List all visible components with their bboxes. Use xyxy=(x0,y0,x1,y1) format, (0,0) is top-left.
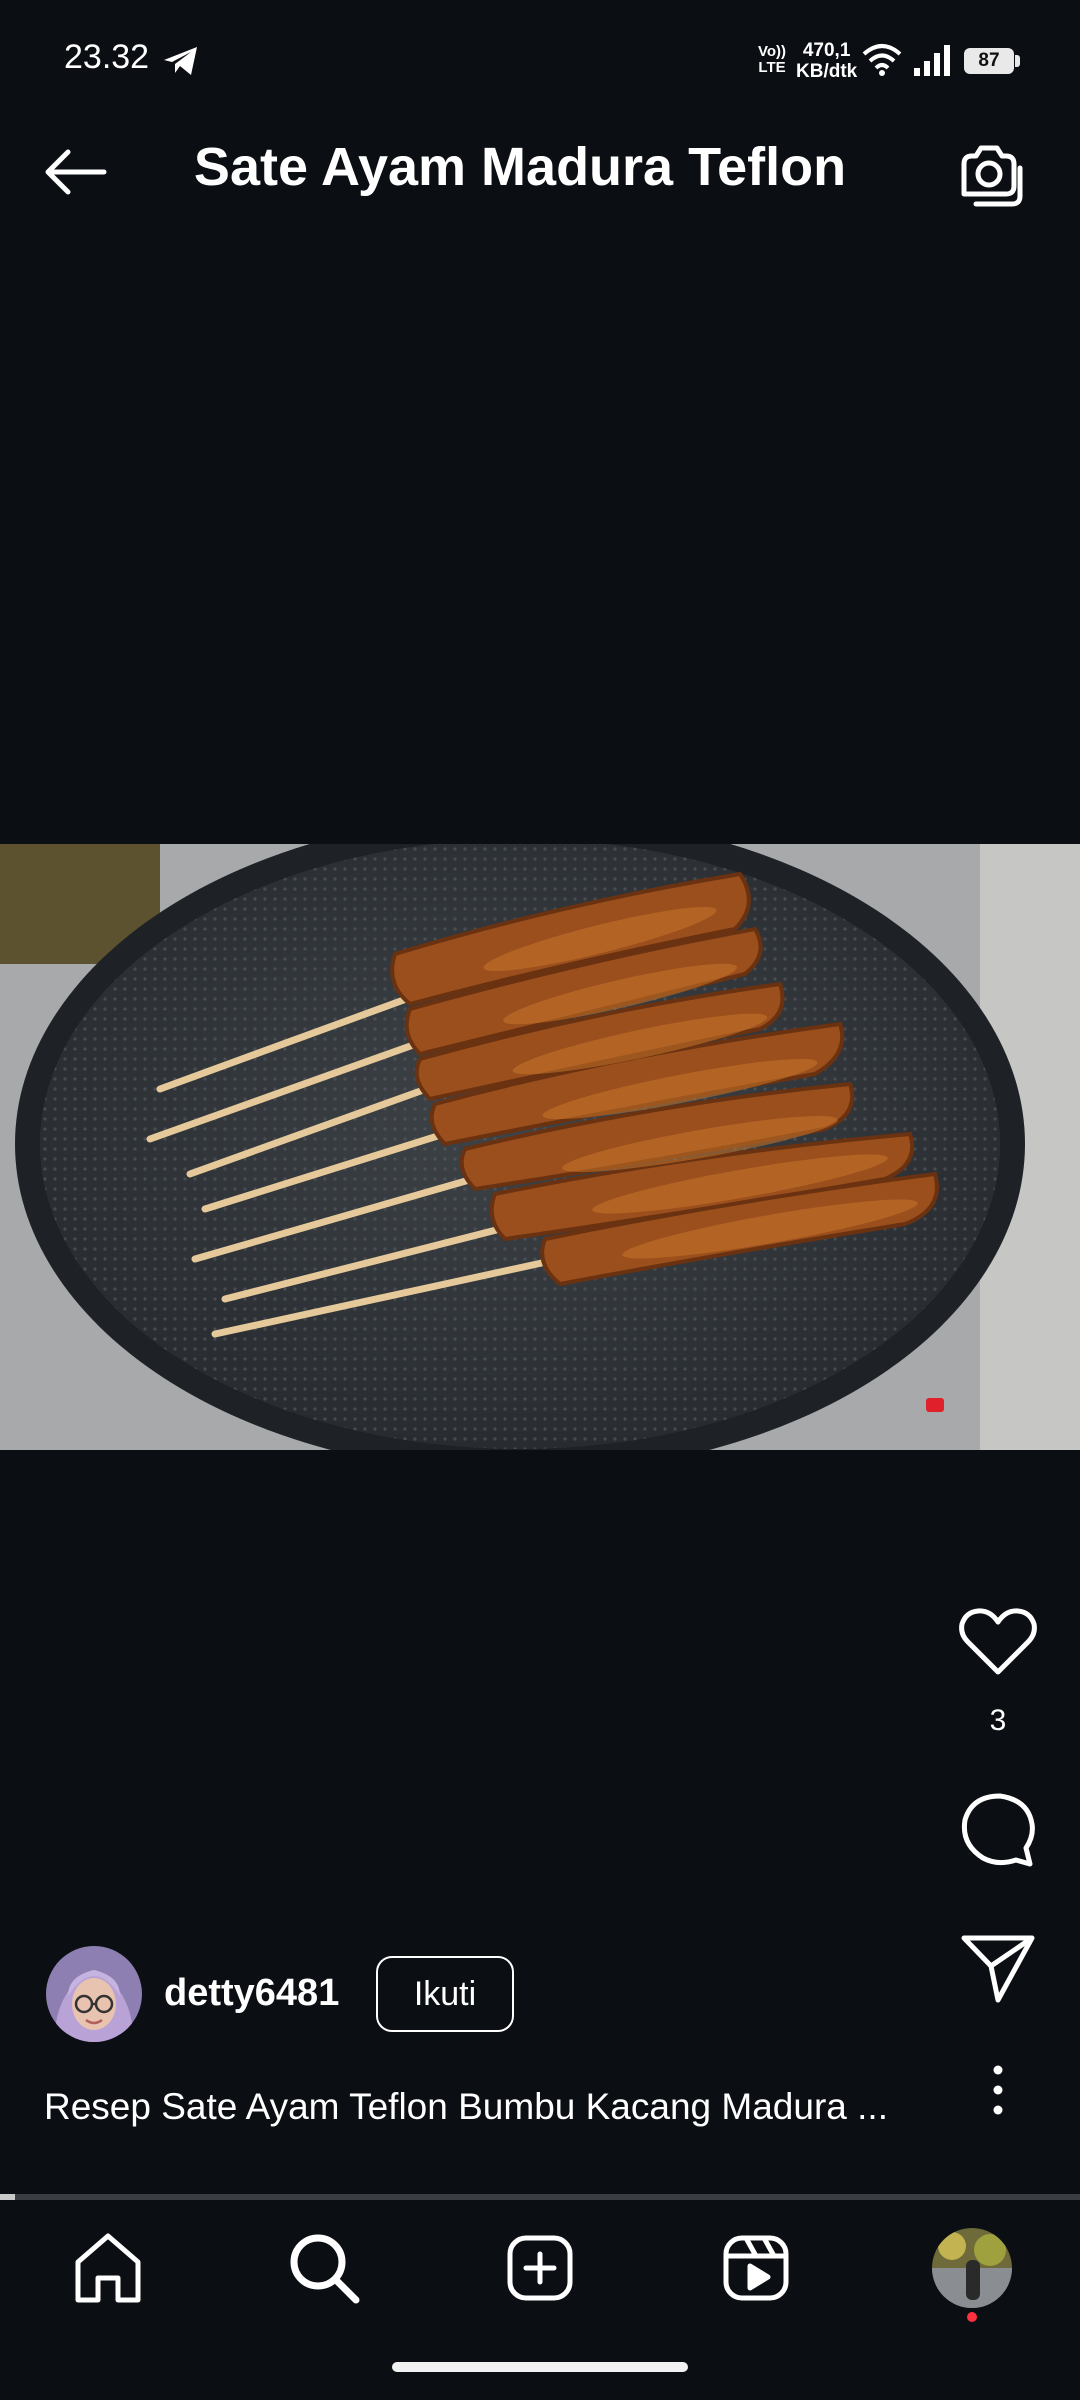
page-title: Sate Ayam Madura Teflon xyxy=(193,137,847,197)
wifi-icon xyxy=(862,44,902,76)
camera-icon xyxy=(961,145,1023,207)
post-image[interactable] xyxy=(0,844,1080,1450)
follow-button[interactable]: Ikuti xyxy=(376,1956,514,2032)
nav-home-button[interactable] xyxy=(68,2228,148,2308)
telegram-icon xyxy=(164,47,197,75)
nav-reels-button[interactable] xyxy=(716,2228,796,2308)
battery-tip xyxy=(1015,55,1020,67)
camera-button[interactable] xyxy=(954,138,1026,210)
post-caption[interactable]: Resep Sate Ayam Teflon Bumbu Kacang Madu… xyxy=(44,2086,924,2128)
home-indicator[interactable] xyxy=(392,2362,688,2372)
volte-bottom: LTE xyxy=(758,59,786,76)
search-icon xyxy=(290,2234,360,2304)
nav-profile-button[interactable] xyxy=(932,2228,1012,2308)
network-speed-unit: KB/dtk xyxy=(796,61,858,82)
back-button[interactable] xyxy=(40,140,112,204)
like-button[interactable] xyxy=(958,1606,1038,1678)
nav-create-button[interactable] xyxy=(500,2228,580,2308)
battery-level: 87 xyxy=(964,48,1014,74)
status-time: 23.32 xyxy=(64,38,150,76)
notification-dot xyxy=(967,2312,977,2322)
nav-search-button[interactable] xyxy=(284,2228,364,2308)
comment-button[interactable] xyxy=(958,1790,1038,1870)
reels-icon xyxy=(723,2235,789,2301)
network-speed: 470,1 KB/dtk xyxy=(796,40,857,82)
profile-avatar xyxy=(932,2228,1012,2308)
share-button[interactable] xyxy=(960,1932,1036,2004)
volte-indicator: Vo)) LTE xyxy=(758,44,786,76)
like-count: 3 xyxy=(989,1704,1007,1737)
volte-top: Vo)) xyxy=(758,43,787,60)
send-icon xyxy=(961,1935,1035,2003)
comment-icon xyxy=(961,1793,1035,1867)
author-username[interactable]: detty6481 xyxy=(164,1972,339,2015)
more-options-button[interactable] xyxy=(980,2060,1016,2120)
create-icon xyxy=(507,2235,573,2301)
author-avatar[interactable] xyxy=(46,1946,142,2042)
more-vertical-icon xyxy=(993,2065,1003,2115)
arrow-left-icon xyxy=(45,149,107,195)
network-speed-value: 470,1 xyxy=(802,40,851,61)
signal-icon xyxy=(914,45,950,76)
heart-icon xyxy=(959,1608,1037,1675)
home-icon xyxy=(75,2233,141,2303)
